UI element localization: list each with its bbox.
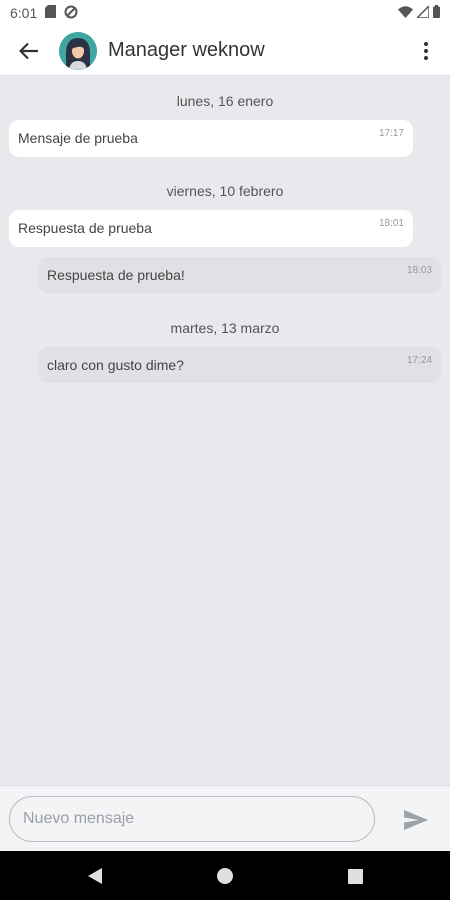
avatar[interactable] (59, 31, 97, 70)
message-time: 18:01 (378, 218, 404, 229)
nav-back-icon (88, 868, 102, 884)
message-text: Respuesta de prueba! (47, 267, 185, 283)
message-text: claro con gusto dime? (47, 357, 184, 373)
message-time: 17:24 (406, 355, 432, 366)
sd-card-icon (45, 5, 57, 21)
wifi-icon (398, 5, 413, 21)
signal-icon (415, 4, 430, 21)
sync-icon (64, 5, 78, 22)
send-icon (404, 810, 428, 830)
status-time: 6:01 (10, 5, 38, 21)
message-input[interactable] (9, 796, 375, 842)
app-bar: Manager weknow (0, 26, 450, 76)
outgoing-message[interactable]: Respuesta de prueba! 18:03 (38, 257, 441, 293)
more-vert-icon (424, 41, 428, 60)
battery-icon (433, 5, 440, 21)
user-avatar (59, 31, 97, 70)
message-list[interactable]: lunes, 16 enero Mensaje de prueba 17:17 … (0, 77, 450, 785)
system-nav-bar (0, 851, 450, 900)
message-text: Mensaje de prueba (18, 130, 138, 146)
nav-recents-button[interactable] (342, 863, 368, 889)
date-separator: lunes, 16 enero (176, 93, 274, 109)
send-button[interactable] (400, 806, 432, 834)
outgoing-message[interactable]: claro con gusto dime? 17:24 (38, 347, 441, 383)
message-text: Respuesta de prueba (18, 220, 152, 236)
message-time: 18:03 (406, 265, 432, 276)
incoming-message[interactable]: Mensaje de prueba 17:17 (9, 120, 413, 157)
arrow-left-icon (19, 42, 38, 59)
nav-recents-icon (347, 868, 363, 884)
date-separator: viernes, 10 febrero (166, 183, 284, 199)
date-separator: martes, 13 marzo (170, 320, 280, 336)
incoming-message[interactable]: Respuesta de prueba 18:01 (9, 210, 413, 247)
composer-bar (0, 785, 450, 851)
more-options-button[interactable] (416, 31, 436, 71)
chat-title: Manager weknow (108, 39, 265, 61)
nav-home-button[interactable] (212, 863, 238, 889)
status-bar: 6:01 (0, 0, 450, 26)
message-time: 17:17 (378, 128, 404, 139)
nav-home-icon (217, 868, 233, 884)
back-button[interactable] (6, 28, 52, 74)
nav-back-button[interactable] (82, 863, 108, 889)
